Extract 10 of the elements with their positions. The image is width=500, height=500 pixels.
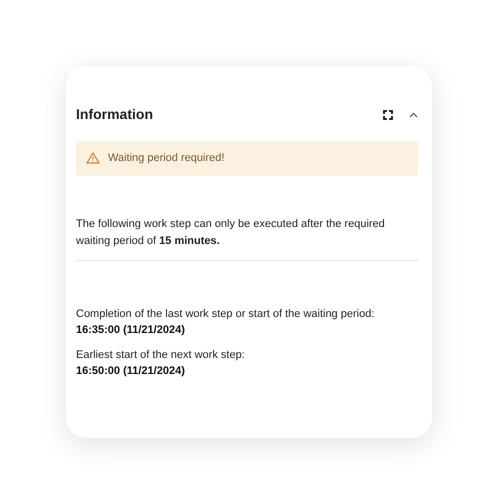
- info-message: The following work step can only be executed after the required waiting period of 15 minutes.: [76, 216, 386, 248]
- detail-value: 16:50:00 (11/21/2024): [76, 364, 186, 378]
- fullscreen-icon[interactable]: [383, 110, 393, 120]
- panel-title: Information: [76, 105, 153, 124]
- detail-label: Completion of the last work step or start of the waiting period:: [76, 306, 376, 322]
- alert-text: Waiting period required!: [108, 151, 224, 166]
- collapse-icon[interactable]: [409, 112, 418, 118]
- warning-icon: [86, 152, 100, 164]
- detail-value: 16:35:00 (11/21/2024): [76, 322, 186, 338]
- detail-label: Earliest start of the next work step:: [76, 348, 246, 362]
